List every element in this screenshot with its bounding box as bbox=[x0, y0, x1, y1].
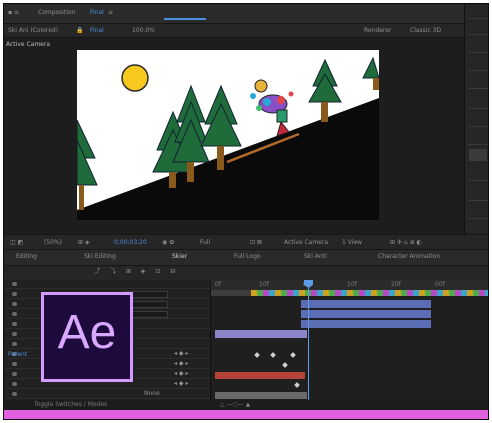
ruler-tick-label: 10f bbox=[259, 281, 269, 288]
grid-icon[interactable]: ⊞ ◈ bbox=[78, 240, 90, 246]
timeline-status-bar: Toggle Switches / Modes △ —○— ▲ bbox=[4, 400, 488, 410]
ruler-tick-label: 10f bbox=[347, 281, 357, 288]
tab-skier[interactable]: Skier bbox=[172, 254, 187, 260]
resolution-select[interactable]: Full bbox=[200, 240, 210, 246]
tab-character-animation[interactable]: Character Animation bbox=[378, 254, 440, 260]
timeline-track-area[interactable]: 0f 10f 00f 10f 20f 00f bbox=[210, 280, 488, 410]
skier-character bbox=[250, 79, 294, 137]
layer-row[interactable]: None bbox=[4, 390, 210, 399]
layer-bar[interactable] bbox=[301, 300, 431, 308]
keyframe-nav-icon[interactable]: ◂ ◆ ▸ bbox=[174, 381, 188, 387]
timeline-tabs: Editing Ski Editing Skier Full Logo Ski … bbox=[4, 250, 488, 266]
active-camera-label: Active Camera bbox=[6, 41, 51, 48]
parent-select[interactable]: None bbox=[144, 391, 160, 397]
work-area-bar[interactable] bbox=[211, 290, 488, 296]
keyframe-marker[interactable] bbox=[290, 352, 296, 358]
eye-icon[interactable] bbox=[12, 282, 17, 286]
ruler-tick-label: 00f bbox=[435, 281, 445, 288]
zoom-select[interactable]: (50%) bbox=[44, 240, 62, 246]
viewer-options-icon[interactable]: ⊞ ✣ ⌂ ⊕ ◐ bbox=[390, 240, 422, 246]
composition-viewer[interactable]: Active Camera bbox=[4, 38, 464, 234]
renderer-value[interactable]: Classic 3D bbox=[410, 28, 441, 34]
active-tab-indicator bbox=[164, 18, 206, 20]
comp-tab-name[interactable]: Final bbox=[90, 10, 104, 16]
after-effects-logo: Ae bbox=[41, 292, 133, 382]
tab-ski-editing[interactable]: Ski Editing bbox=[84, 254, 116, 260]
layer-bar[interactable] bbox=[301, 320, 431, 328]
keyframe-marker[interactable] bbox=[254, 352, 260, 358]
viewer-footer: ◫ ◩ (50%) ⊞ ◈ 0;00;03;20 ◉ ✿ Full ⊡ ⊠ Ac… bbox=[4, 234, 488, 250]
renderer-label: Renderer bbox=[364, 27, 392, 34]
composition-toolbar: Ski Ani (Colored) 🔒 Final 100.0% Rendere… bbox=[4, 24, 464, 38]
comp-label: Ski Ani (Colored) bbox=[8, 27, 59, 34]
layer-row[interactable] bbox=[4, 280, 210, 289]
pink-banner bbox=[4, 410, 488, 419]
layer-bar[interactable] bbox=[215, 330, 307, 338]
camera-icon[interactable]: ◉ ✿ bbox=[162, 240, 174, 246]
keyframe-marker[interactable] bbox=[270, 352, 276, 358]
eye-icon[interactable] bbox=[12, 372, 17, 376]
tab-ski-anti[interactable]: Ski Anti bbox=[304, 254, 327, 260]
lock-icon[interactable]: 🔒 bbox=[76, 28, 83, 34]
keyframe-marker[interactable] bbox=[282, 362, 288, 368]
eye-icon[interactable] bbox=[12, 302, 17, 306]
layer-bar[interactable] bbox=[215, 392, 307, 399]
eye-icon[interactable] bbox=[12, 322, 17, 326]
menu-icon[interactable]: ≡ bbox=[108, 10, 113, 16]
panel-menu-icon[interactable]: ▪ ≡ bbox=[8, 10, 19, 16]
tab-full-logo[interactable]: Full Logo bbox=[234, 254, 261, 260]
layer-bar[interactable] bbox=[215, 372, 305, 379]
eye-icon[interactable] bbox=[12, 382, 17, 386]
keyframe-nav-icon[interactable]: ◂ ◆ ▸ bbox=[174, 351, 188, 357]
sun-shape bbox=[121, 64, 149, 92]
zoom-slider-icon[interactable]: △ —○— ▲ bbox=[220, 402, 250, 408]
playhead-line[interactable] bbox=[308, 280, 309, 410]
comp-view-select[interactable]: Final bbox=[90, 28, 104, 34]
parent-label: Parent bbox=[8, 351, 28, 358]
ae-logo-text: Ae bbox=[57, 306, 117, 359]
eye-icon[interactable] bbox=[12, 342, 17, 346]
eye-icon[interactable] bbox=[12, 312, 17, 316]
timeline-toolbar: ⤴ ⤵ ⊞ ◈ ⊡ ⊟ bbox=[4, 266, 488, 280]
comp-tab-title[interactable]: Composition bbox=[38, 10, 75, 16]
camera-select[interactable]: Active Camera bbox=[284, 240, 328, 246]
after-effects-window: ▪ ≡ Composition Final ≡ Ski Ani (Colored… bbox=[3, 3, 489, 420]
properties-panel bbox=[464, 4, 488, 244]
time-ruler[interactable]: 0f 10f 00f 10f 20f 00f bbox=[211, 280, 488, 290]
ruler-tick-label: 20f bbox=[391, 281, 401, 288]
keyframe-nav-icon[interactable]: ◂ ◆ ▸ bbox=[174, 361, 188, 367]
ruler-tick-label: 0f bbox=[215, 281, 221, 288]
tree-shape bbox=[77, 119, 98, 210]
comp-canvas[interactable] bbox=[77, 50, 379, 220]
comp-zoom-value[interactable]: 100.0% bbox=[132, 28, 155, 34]
layer-bar[interactable] bbox=[301, 310, 431, 318]
keyframe-nav-icon[interactable]: ◂ ◆ ▸ bbox=[174, 371, 188, 377]
panel-button[interactable] bbox=[469, 149, 487, 161]
region-icon[interactable]: ⊡ ⊠ bbox=[250, 240, 262, 246]
eye-icon[interactable] bbox=[12, 392, 17, 396]
keyframe-marker[interactable] bbox=[294, 382, 300, 388]
ski-scene-illustration bbox=[77, 56, 379, 220]
composition-tab-bar: ▪ ≡ Composition Final ≡ bbox=[4, 4, 464, 24]
eye-icon[interactable] bbox=[12, 332, 17, 336]
tab-editing[interactable]: Editing bbox=[16, 254, 37, 260]
tree-shape bbox=[362, 56, 379, 90]
views-select[interactable]: 1 View bbox=[342, 240, 362, 246]
timeline-switches-icon[interactable]: ⤴ ⤵ ⊞ ◈ ⊡ ⊟ bbox=[94, 269, 179, 275]
eye-icon[interactable] bbox=[12, 292, 17, 296]
snapshot-icon[interactable]: ◫ ◩ bbox=[10, 240, 23, 246]
toggle-modes-label[interactable]: Toggle Switches / Modes bbox=[34, 402, 107, 408]
tree-shape bbox=[308, 58, 342, 122]
eye-icon[interactable] bbox=[12, 362, 17, 366]
marker-strip bbox=[251, 290, 488, 296]
current-timecode[interactable]: 0;00;03;20 bbox=[114, 240, 147, 246]
